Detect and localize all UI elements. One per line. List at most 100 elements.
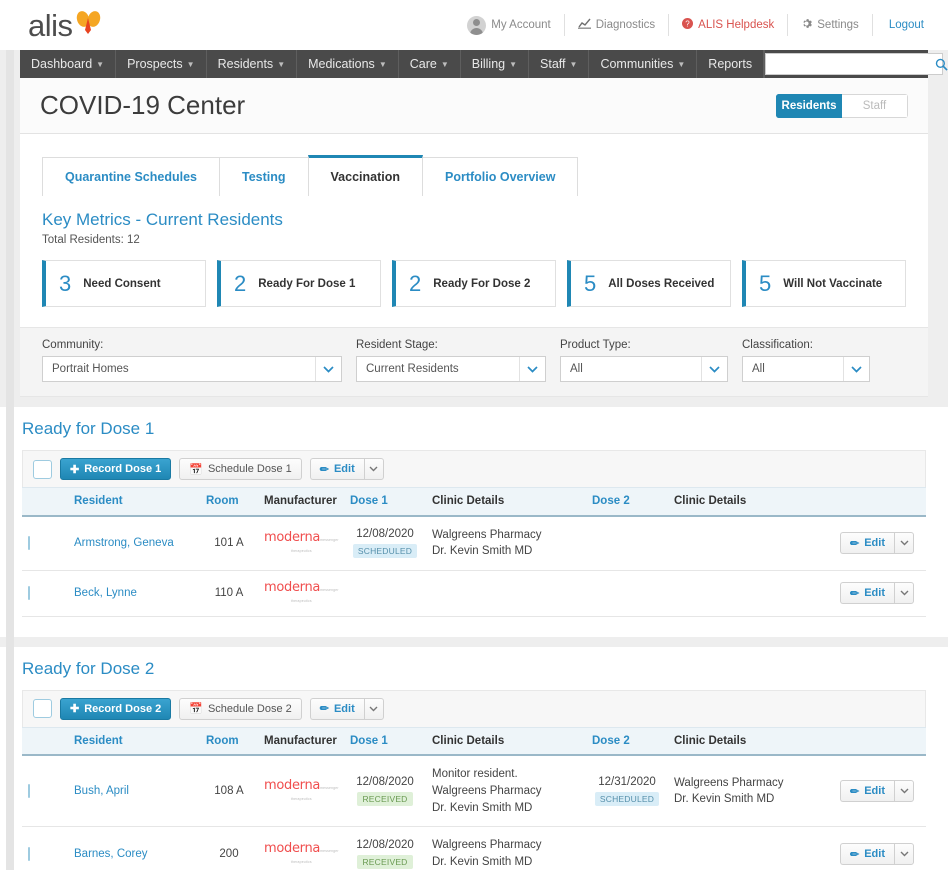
- column-header-room[interactable]: Room: [200, 726, 258, 757]
- metric-card-ready-for-dose-2[interactable]: 2 Ready For Dose 2: [392, 260, 556, 307]
- edit-button[interactable]: ✏ Edit: [309, 458, 364, 480]
- alis-helpdesk-link[interactable]: ? ALIS Helpdesk: [669, 14, 789, 36]
- nav-item-residents[interactable]: Residents ▼: [207, 50, 298, 78]
- resident-stage-select[interactable]: Current Residents: [356, 356, 546, 382]
- metric-card-ready-for-dose-1[interactable]: 2 Ready For Dose 1: [217, 260, 381, 307]
- row-checkbox[interactable]: [28, 536, 30, 551]
- edit-label: Edit: [333, 463, 355, 475]
- column-header-dose-2[interactable]: Dose 2: [586, 487, 668, 517]
- page-scrollbar[interactable]: [6, 50, 14, 870]
- nav-item-billing[interactable]: Billing ▼: [461, 50, 530, 78]
- row-edit-button[interactable]: ✏ Edit: [840, 843, 894, 866]
- nav-item-care[interactable]: Care ▼: [399, 50, 461, 78]
- column-header-dose-1[interactable]: Dose 1: [344, 726, 426, 757]
- clinic-detail-line: Walgreens Pharmacy: [432, 785, 542, 798]
- diagnostics-link[interactable]: Diagnostics: [565, 14, 670, 36]
- edit-dropdown-toggle[interactable]: [363, 458, 384, 480]
- resident-link[interactable]: Beck, Lynne: [74, 587, 137, 599]
- nav-label: Prospects: [127, 57, 183, 71]
- clinic-detail-line: Walgreens Pharmacy: [432, 528, 542, 541]
- settings-link[interactable]: Settings: [788, 14, 873, 36]
- row-edit-button[interactable]: ✏ Edit: [840, 532, 894, 555]
- chevron-down-icon[interactable]: [519, 357, 545, 381]
- row-checkbox[interactable]: [28, 784, 30, 799]
- global-search[interactable]: [765, 53, 948, 75]
- row-edit-button[interactable]: ✏ Edit: [840, 780, 894, 803]
- row-edit-dropdown-toggle[interactable]: [894, 843, 914, 866]
- clinic-details-1-cell: Walgreens Pharmacy Dr. Kevin Smith MD: [426, 515, 586, 571]
- chevron-down-icon[interactable]: [701, 357, 727, 381]
- metric-card-all-doses-received[interactable]: 5 All Doses Received: [567, 260, 731, 307]
- plus-icon: ✚: [70, 463, 80, 476]
- edit-button[interactable]: ✏ Edit: [309, 697, 364, 720]
- record-dose-button[interactable]: ✚ Record Dose 1: [60, 458, 172, 480]
- nav-item-prospects[interactable]: Prospects ▼: [116, 50, 207, 78]
- nav-item-dashboard[interactable]: Dashboard ▼: [20, 50, 117, 78]
- toggle-staff[interactable]: Staff: [842, 93, 908, 118]
- nav-item-medications[interactable]: Medications ▼: [297, 50, 399, 78]
- column-header-clinic-details-1: Clinic Details: [426, 726, 586, 757]
- chevron-down-icon[interactable]: [315, 357, 341, 381]
- resident-cell: Barnes, Corey: [68, 826, 200, 870]
- vaccination-table: Resident Room Manufacturer Dose 1 Clinic Det…: [22, 726, 926, 870]
- chevron-down-icon: ▼: [378, 60, 387, 69]
- butterfly-icon: [75, 10, 101, 40]
- nav-item-reports[interactable]: Reports: [697, 50, 765, 78]
- column-header-resident[interactable]: Resident: [68, 726, 200, 757]
- select-all-checkbox[interactable]: [33, 699, 52, 719]
- community-value: Portrait Homes: [52, 363, 129, 375]
- vaccination-table: Resident Room Manufacturer Dose 1 Clinic Det…: [22, 487, 926, 617]
- tab-portfolio-overview[interactable]: Portfolio Overview: [422, 157, 579, 196]
- clinic-details-1-cell: Monitor resident. Walgreens Pharmacy Dr. K…: [426, 755, 586, 828]
- column-header-dose-2[interactable]: Dose 2: [586, 726, 668, 757]
- schedule-dose-button[interactable]: 📅 Schedule Dose 1: [179, 458, 302, 480]
- logout-link[interactable]: Logout: [873, 14, 928, 36]
- metric-card-will-not-vaccinate[interactable]: 5 Will Not Vaccinate: [742, 260, 906, 307]
- row-edit-dropdown-toggle[interactable]: [894, 582, 914, 605]
- community-select[interactable]: Portrait Homes: [42, 356, 342, 382]
- classification-select[interactable]: All: [742, 356, 870, 382]
- schedule-dose-label: Schedule Dose 2: [207, 702, 292, 715]
- row-edit-dropdown-toggle[interactable]: [894, 532, 914, 555]
- manufacturer-cell: modernamessenger therapeutics: [258, 755, 344, 828]
- brand-logo[interactable]: alis: [28, 10, 101, 41]
- row-edit-button[interactable]: ✏ Edit: [840, 582, 894, 605]
- my-account-link[interactable]: My Account: [454, 14, 565, 36]
- row-checkbox-cell: [22, 515, 68, 571]
- table-toolbar: ✚ Record Dose 2 📅 Schedule Dose 2 ✏ Edit: [22, 689, 926, 727]
- chevron-down-icon[interactable]: [843, 357, 869, 381]
- select-all-checkbox[interactable]: [33, 459, 52, 479]
- resident-link[interactable]: Barnes, Corey: [74, 848, 148, 860]
- edit-dropdown-toggle[interactable]: [363, 697, 384, 720]
- column-header-room[interactable]: Room: [200, 487, 258, 517]
- product-type-select[interactable]: All: [560, 356, 728, 382]
- row-edit-label: Edit: [864, 785, 885, 798]
- metric-label: Will Not Vaccinate: [783, 277, 883, 290]
- search-icon[interactable]: [933, 58, 948, 71]
- tab-quarantine-schedules[interactable]: Quarantine Schedules: [42, 157, 220, 196]
- nav-item-communities[interactable]: Communities ▼: [589, 50, 698, 78]
- tab-vaccination[interactable]: Vaccination: [307, 155, 423, 196]
- section-title: Ready for Dose 1: [22, 419, 155, 438]
- schedule-dose-button[interactable]: 📅 Schedule Dose 2: [179, 697, 302, 720]
- edit-split-button: ✏ Edit: [309, 458, 384, 480]
- filter-product-type: Product Type: All: [560, 339, 728, 382]
- resident-link[interactable]: Bush, April: [74, 785, 129, 797]
- nav-item-staff[interactable]: Staff ▼: [529, 50, 590, 78]
- tab-testing[interactable]: Testing: [218, 157, 309, 196]
- search-input[interactable]: [766, 54, 934, 74]
- metric-card-need-consent[interactable]: 3 Need Consent: [42, 260, 206, 307]
- edit-label: Edit: [333, 702, 355, 715]
- row-edit-dropdown-toggle[interactable]: [894, 780, 914, 803]
- pencil-icon: ✏: [850, 537, 860, 550]
- toggle-residents[interactable]: Residents: [776, 93, 842, 118]
- column-header-dose-1[interactable]: Dose 1: [344, 487, 426, 517]
- resident-link[interactable]: Armstrong, Geneva: [74, 537, 174, 549]
- filter-label: Community:: [42, 339, 104, 351]
- column-header-resident[interactable]: Resident: [68, 487, 200, 517]
- record-dose-button[interactable]: ✚ Record Dose 2: [60, 697, 172, 720]
- row-checkbox[interactable]: [28, 847, 30, 862]
- row-checkbox[interactable]: [28, 586, 30, 601]
- filter-label: Classification:: [742, 339, 813, 351]
- dose-1-cell: 12/08/2020 RECEIVED: [344, 826, 426, 870]
